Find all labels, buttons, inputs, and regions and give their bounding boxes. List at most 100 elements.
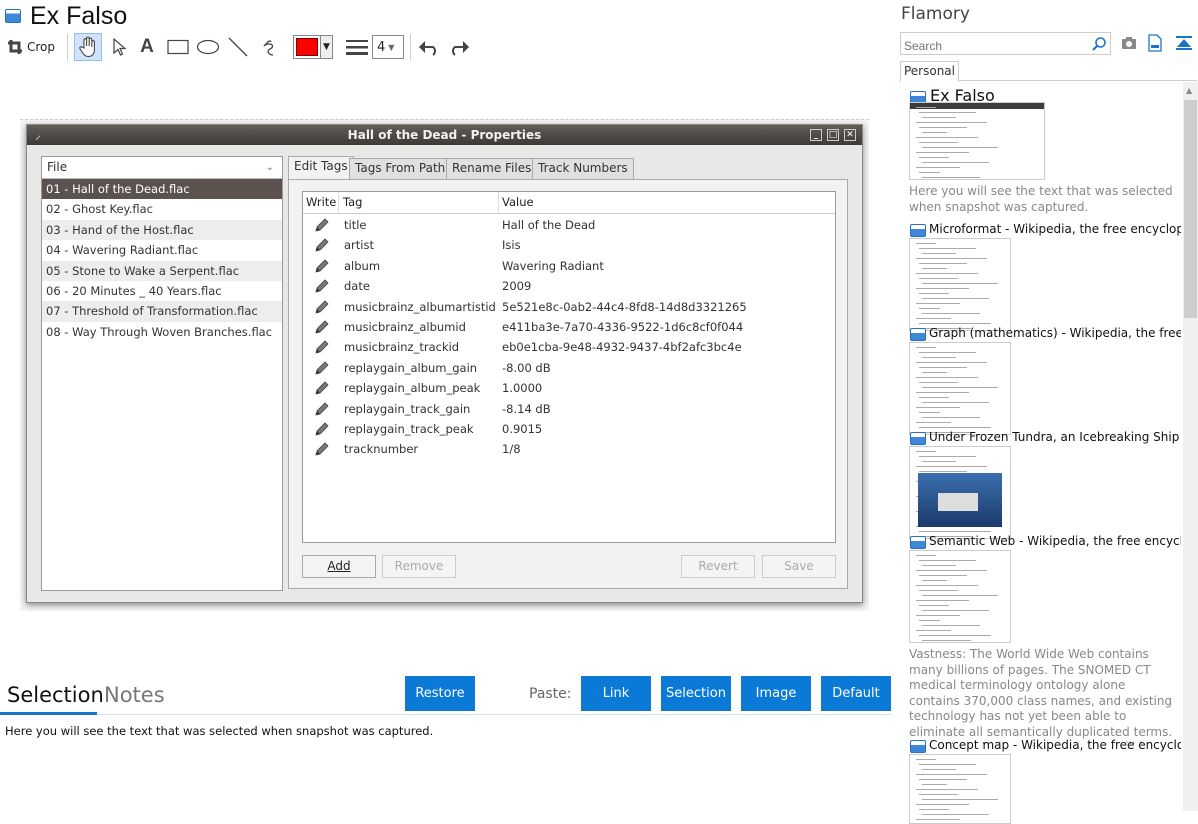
undo-button[interactable] <box>416 33 442 61</box>
tag-row[interactable]: musicbrainz_trackid eb0e1cba-9e48-4932-94… <box>303 337 835 357</box>
paste-default-button[interactable]: Default <box>821 676 891 711</box>
close-icon[interactable]: ✕ <box>844 129 856 141</box>
snapshot-title[interactable]: Microformat - Wikipedia, the free encycl… <box>929 222 1181 236</box>
pencil-icon[interactable] <box>314 361 329 376</box>
search-input[interactable] <box>900 32 1111 55</box>
pencil-icon[interactable] <box>314 218 329 233</box>
snapshot-thumbnail[interactable] <box>909 102 1045 180</box>
snapshot-title[interactable]: Concept map - Wikipedia, the free encycl… <box>929 738 1181 752</box>
pencil-icon[interactable] <box>314 381 329 396</box>
paste-selection-button[interactable]: Selection <box>661 676 731 711</box>
save-button[interactable]: Save <box>762 555 836 578</box>
rectangle-tool-button[interactable] <box>165 33 191 61</box>
tag-value[interactable]: e411ba3e-7a70-4336-9522-1d6c8cf0f044 <box>502 317 743 337</box>
pencil-icon[interactable] <box>314 300 329 315</box>
file-list-item[interactable]: 07 - Threshold of Transformation.flac <box>42 301 282 322</box>
snapshot-thumbnail[interactable] <box>909 550 1011 643</box>
crop-button[interactable]: Crop <box>6 33 56 61</box>
tag-value[interactable]: 1/8 <box>502 439 521 459</box>
snapshot-title[interactable]: Semantic Web - Wikipedia, the free encyc… <box>929 534 1181 548</box>
tag-value[interactable]: eb0e1cba-9e48-4932-9437-4bf2afc3bc4e <box>502 337 742 357</box>
tag-value[interactable]: Hall of the Dead <box>502 215 595 235</box>
camera-icon[interactable] <box>1121 36 1137 50</box>
tag-value[interactable]: 0.9015 <box>502 419 542 439</box>
file-list-item[interactable]: 01 - Hall of the Dead.flac <box>42 179 282 200</box>
tag-value[interactable]: 5e521e8c-0ab2-44c4-8fd8-14d8d3321265 <box>502 297 747 317</box>
tab-rename-files[interactable]: Rename Files <box>446 158 538 179</box>
line-width-select[interactable]: 4 ▼ <box>372 35 404 59</box>
tab-selection[interactable]: Selection <box>7 683 104 707</box>
tag-row[interactable]: album Wavering Radiant <box>303 256 835 276</box>
tab-edit-tags[interactable]: Edit Tags <box>288 156 354 180</box>
file-list-item[interactable]: 04 - Wavering Radiant.flac <box>42 240 282 260</box>
write-column-header[interactable]: Write <box>303 192 339 214</box>
pencil-icon[interactable] <box>314 320 329 335</box>
pointer-tool-button[interactable] <box>107 33 131 61</box>
scroll-up-icon[interactable]: ▲ <box>1186 86 1192 95</box>
text-tool-button[interactable]: A <box>136 33 158 61</box>
pencil-icon[interactable] <box>314 402 329 417</box>
snapshot-thumbnail[interactable] <box>909 754 1011 824</box>
file-list[interactable]: File ⌄ 01 - Hall of the Dead.flac 02 - Gh… <box>41 156 283 591</box>
file-list-item[interactable]: 03 - Hand of the Host.flac <box>42 219 282 241</box>
snapshot-thumbnail[interactable] <box>909 238 1011 331</box>
file-list-item[interactable]: 02 - Ghost Key.flac <box>42 199 282 219</box>
selected-text-content[interactable]: Here you will see the text that was sele… <box>5 724 433 738</box>
file-column-header[interactable]: File ⌄ <box>42 157 282 179</box>
tag-value[interactable]: -8.00 dB <box>502 358 551 378</box>
paste-link-button[interactable]: Link <box>581 676 651 711</box>
restore-button[interactable]: Restore <box>405 676 475 711</box>
tag-row[interactable]: replaygain_track_peak 0.9015 <box>303 419 835 439</box>
maximize-icon[interactable]: □ <box>827 129 839 141</box>
tag-row[interactable]: tracknumber 1/8 <box>303 439 835 459</box>
ellipse-tool-button[interactable] <box>195 33 221 61</box>
tab-notes[interactable]: Notes <box>104 683 165 707</box>
snapshot-title[interactable]: Graph (mathematics) - Wikipedia, the fre… <box>929 326 1181 340</box>
scrollbar-thumb[interactable] <box>1184 100 1197 318</box>
tag-row[interactable]: artist Isis <box>303 235 835 255</box>
tag-row[interactable]: musicbrainz_albumartistid 5e521e8c-0ab2-4… <box>303 297 835 317</box>
tag-row[interactable]: replaygain_track_gain -8.14 dB <box>303 399 835 419</box>
tag-value[interactable]: -8.14 dB <box>502 399 551 419</box>
redo-button[interactable] <box>446 33 472 61</box>
pencil-icon[interactable] <box>314 422 329 437</box>
tab-personal[interactable]: Personal <box>900 61 959 82</box>
freehand-tool-button[interactable] <box>256 33 280 61</box>
tag-value[interactable]: 1.0000 <box>502 378 542 398</box>
snapshot-title[interactable]: Under Frozen Tundra, an Icebreaking Ship… <box>929 430 1181 444</box>
paste-image-button[interactable]: Image <box>741 676 811 711</box>
line-tool-button[interactable] <box>226 33 250 61</box>
tag-row[interactable]: title Hall of the Dead <box>303 215 835 235</box>
tag-value[interactable]: Isis <box>502 235 521 255</box>
value-column-header[interactable]: Value <box>499 192 835 214</box>
pencil-icon[interactable] <box>314 238 329 253</box>
hand-tool-button[interactable] <box>74 33 102 61</box>
collapse-top-icon[interactable] <box>1175 35 1193 51</box>
tag-row[interactable]: musicbrainz_albumid e411ba3e-7a70-4336-95… <box>303 317 835 337</box>
snapshot-thumbnail[interactable] <box>909 342 1011 435</box>
document-icon[interactable] <box>1148 34 1162 52</box>
pencil-icon[interactable] <box>314 259 329 274</box>
tag-row[interactable]: replaygain_album_gain -8.00 dB <box>303 358 835 378</box>
tab-track-numbers[interactable]: Track Numbers <box>532 158 634 179</box>
tab-tags-from-path[interactable]: Tags From Path <box>349 158 452 179</box>
tag-row[interactable]: date 2009 <box>303 276 835 296</box>
pencil-icon[interactable] <box>314 340 329 355</box>
remove-button[interactable]: Remove <box>382 555 456 578</box>
tag-value[interactable]: 2009 <box>502 276 531 296</box>
tag-column-header[interactable]: Tag <box>339 192 499 214</box>
pencil-icon[interactable] <box>314 279 329 294</box>
pencil-icon[interactable] <box>314 442 329 457</box>
tag-value[interactable]: Wavering Radiant <box>502 256 604 276</box>
window-menu-icon[interactable]: ⸝ <box>35 125 41 145</box>
add-button[interactable]: Add <box>302 555 376 578</box>
revert-button[interactable]: Revert <box>681 555 755 578</box>
search-icon[interactable] <box>1091 36 1107 52</box>
file-list-item[interactable]: 06 - 20 Minutes _ 40 Years.flac <box>42 281 282 301</box>
minimize-icon[interactable]: _ <box>810 129 822 141</box>
file-list-item[interactable]: 08 - Way Through Woven Branches.flac <box>42 322 282 342</box>
file-list-item[interactable]: 05 - Stone to Wake a Serpent.flac <box>42 260 282 281</box>
line-width-icon-button[interactable] <box>344 33 370 61</box>
color-picker[interactable]: ▼ <box>293 35 333 59</box>
tag-table[interactable]: Write Tag Value title Hall of the Dead art… <box>302 191 836 543</box>
